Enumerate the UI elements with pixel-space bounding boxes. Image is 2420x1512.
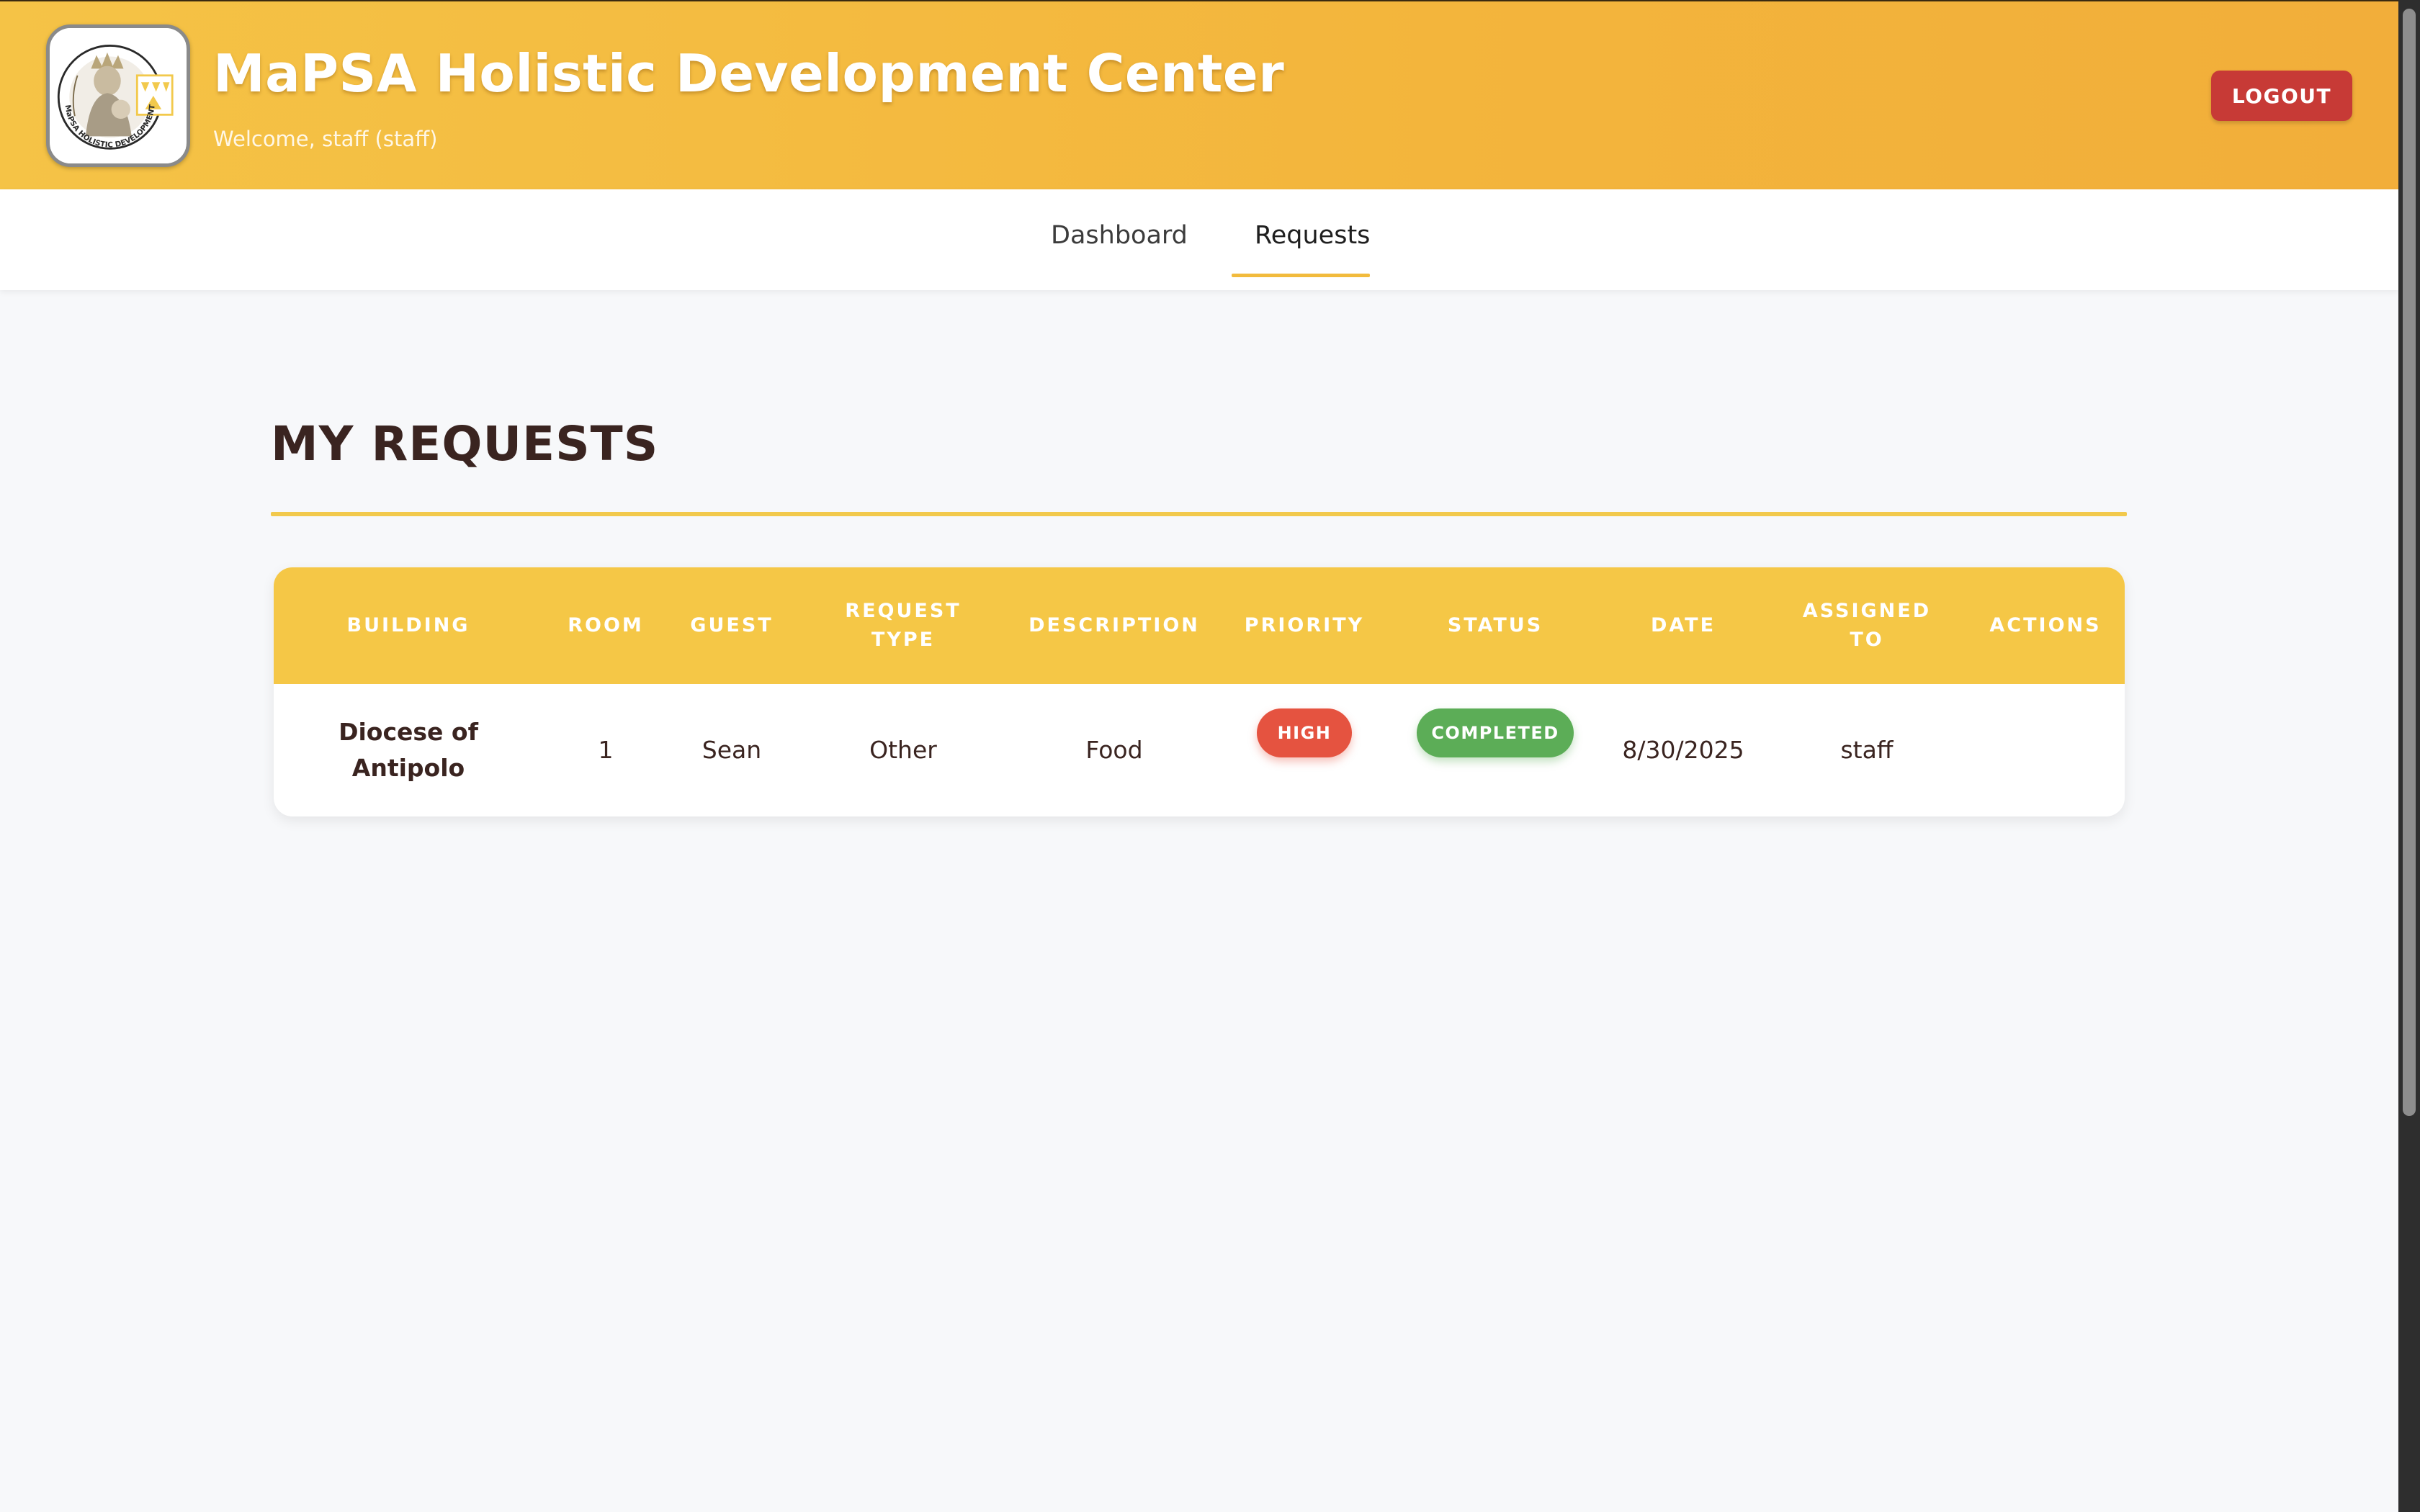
logout-button[interactable]: LOGOUT [2211, 71, 2352, 121]
status-badge: COMPLETED [1417, 708, 1574, 757]
column-header-date[interactable]: DATE [1599, 567, 1767, 684]
active-tab-indicator [1232, 274, 1370, 277]
app-title: MaPSA Holistic Development Center [213, 43, 1285, 104]
tab-dashboard[interactable]: Dashboard [1051, 221, 1188, 250]
column-header-description[interactable]: DESCRIPTION [1011, 567, 1217, 684]
welcome-text: Welcome, staff (staff) [213, 127, 438, 151]
app-header: MaPSA HOLISTIC DEVELOPMENT CENTER MaPSA … [0, 0, 2398, 189]
column-header-actions[interactable]: ACTIONS [1966, 567, 2125, 684]
main-nav: Dashboard Requests [0, 189, 2398, 290]
column-header-assigned-to[interactable]: ASSIGNED TO [1767, 567, 1966, 684]
page-title: MY REQUESTS [271, 416, 659, 472]
column-header-status[interactable]: STATUS [1392, 567, 1599, 684]
logo: MaPSA HOLISTIC DEVELOPMENT CENTER [46, 24, 190, 167]
column-header-room[interactable]: ROOM [543, 567, 668, 684]
tab-requests[interactable]: Requests [1255, 221, 1370, 250]
column-header-priority[interactable]: PRIORITY [1217, 567, 1392, 684]
title-divider [271, 512, 2127, 516]
table-header: BUILDING ROOM GUEST REQUEST TYPE DESCRIP… [274, 567, 2125, 684]
cell-guest: Sean [702, 736, 762, 764]
cell-actions [1966, 684, 2125, 816]
cell-assigned-to: staff [1840, 736, 1894, 764]
column-header-guest[interactable]: GUEST [668, 567, 795, 684]
cell-request-type: Other [869, 736, 937, 764]
page: MaPSA HOLISTIC DEVELOPMENT CENTER MaPSA … [0, 0, 2398, 1512]
vertical-scrollbar[interactable] [2398, 0, 2420, 1512]
requests-table: BUILDING ROOM GUEST REQUEST TYPE DESCRIP… [274, 567, 2125, 816]
priority-badge: HIGH [1257, 708, 1352, 757]
column-header-building[interactable]: BUILDING [274, 567, 543, 684]
cell-priority: HIGH [1217, 684, 1392, 816]
logo-image-icon: MaPSA HOLISTIC DEVELOPMENT CENTER [50, 28, 186, 163]
cell-description: Food [1085, 736, 1143, 764]
cell-room: 1 [598, 736, 614, 764]
cell-status: COMPLETED [1392, 684, 1599, 816]
scrollbar-thumb[interactable] [2403, 9, 2416, 1116]
cell-building: Diocese of Antipolo [339, 718, 478, 782]
column-header-request-type[interactable]: REQUEST TYPE [795, 567, 1011, 684]
cell-date: 8/30/2025 [1622, 736, 1744, 764]
